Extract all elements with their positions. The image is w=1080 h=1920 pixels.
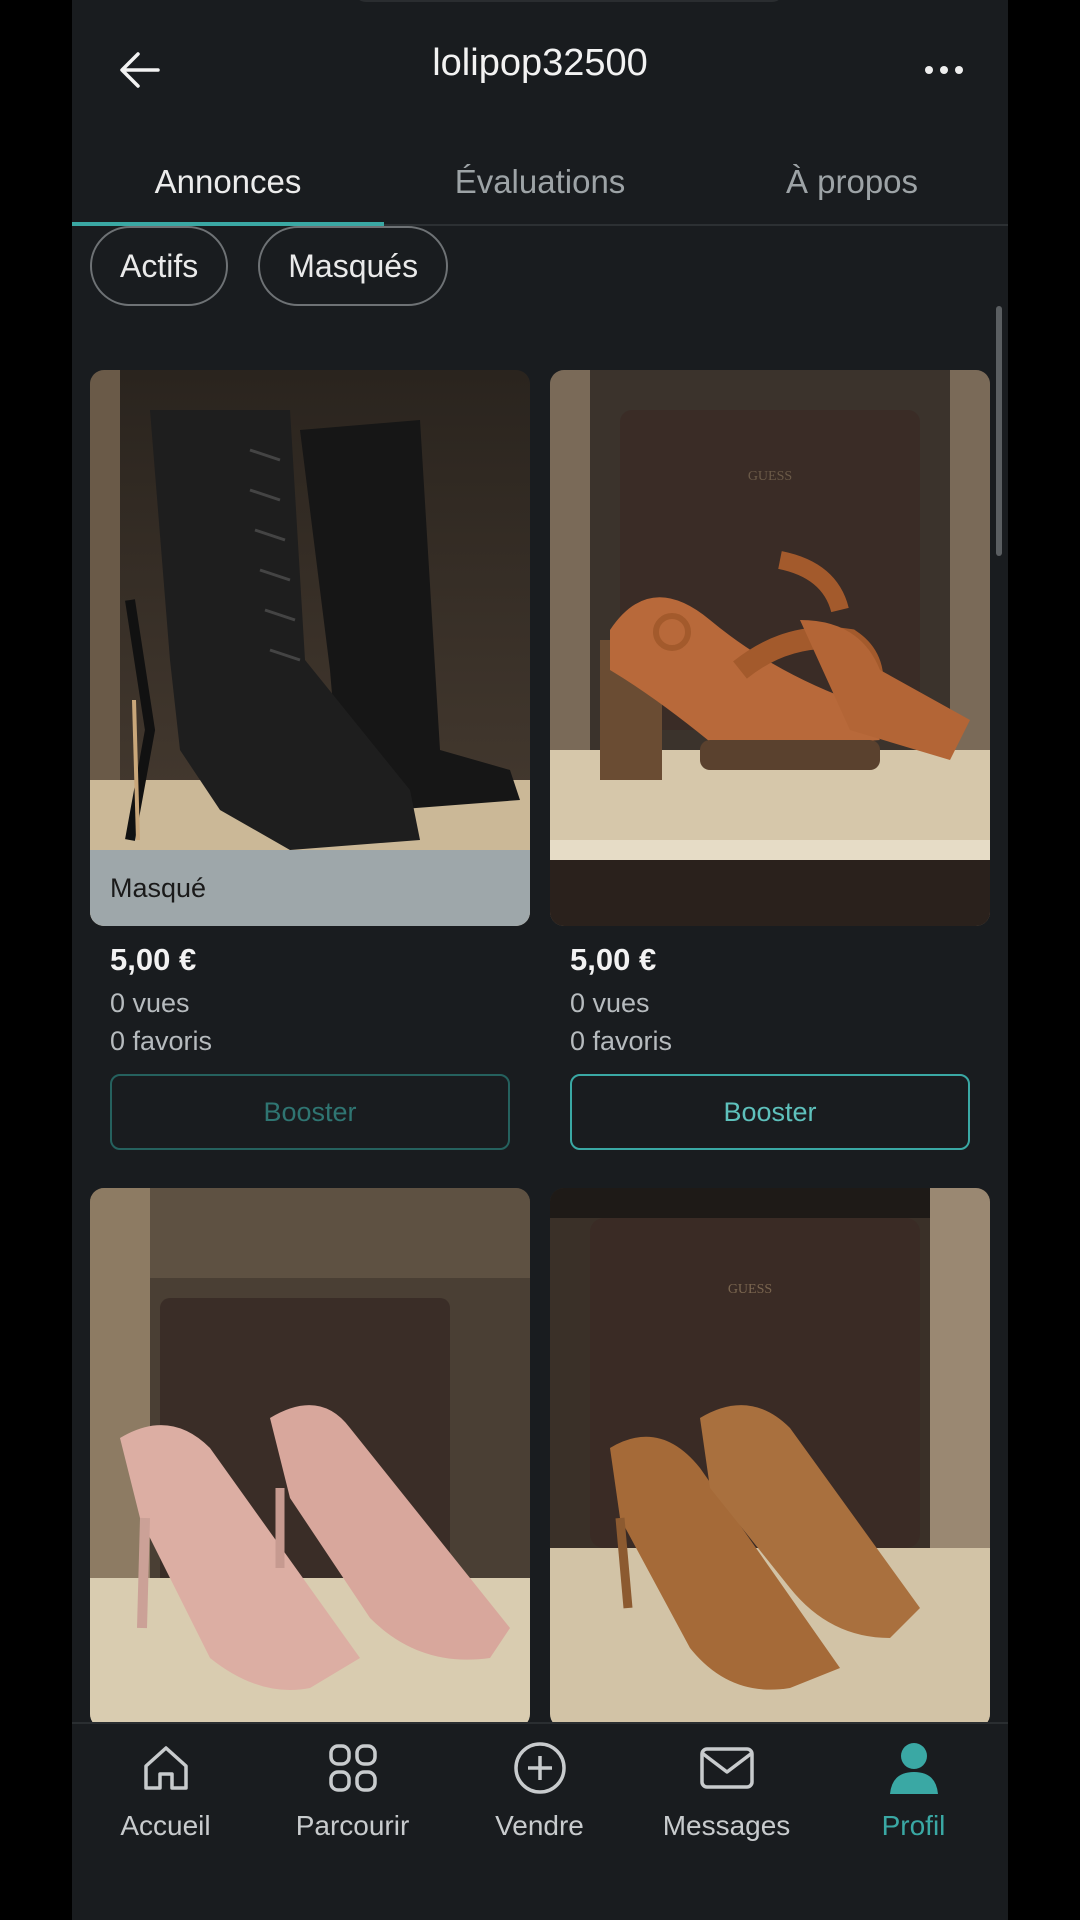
item-views: 0 vues (570, 988, 650, 1018)
item-favorites: 0 favoris (570, 1026, 673, 1056)
chip-masques[interactable]: Masqués (258, 226, 449, 306)
nav-label: Parcourir (295, 1810, 410, 1841)
home-icon (136, 1738, 196, 1798)
nav-label: Profil (881, 1810, 946, 1841)
profile-icon (884, 1738, 944, 1798)
nav-profil[interactable]: Profil (820, 1738, 1007, 1868)
item-price: 5,00 € (110, 942, 197, 977)
listing-photo[interactable]: GUESS (550, 370, 990, 926)
tab-a-propos[interactable]: À propos (696, 140, 1008, 224)
page-title: lolipop32500 (432, 42, 648, 84)
more-options-button[interactable] (912, 42, 976, 98)
item-price: 5,00 € (570, 942, 657, 977)
mail-icon (697, 1738, 757, 1798)
nav-messages[interactable]: Messages (633, 1738, 820, 1868)
grid-icon (323, 1738, 383, 1798)
plus-circle-icon (510, 1738, 570, 1798)
listing-photo[interactable] (90, 1188, 530, 1728)
listing-photo[interactable]: Masqué (90, 370, 530, 926)
nav-parcourir[interactable]: Parcourir (259, 1738, 446, 1868)
nav-accueil[interactable]: Accueil (72, 1738, 259, 1868)
listing-photo[interactable]: GUESS (550, 1188, 990, 1728)
top-bar: lolipop32500 (72, 0, 1008, 130)
svg-text:GUESS: GUESS (728, 1282, 772, 1297)
more-dots-icon (955, 66, 963, 74)
tab-evaluations[interactable]: Évaluations (384, 140, 696, 224)
arrow-left-icon (120, 52, 160, 88)
pink-pumps-image (90, 1188, 530, 1728)
booster-button[interactable]: Booster (570, 1074, 970, 1150)
brown-pumps-image: GUESS (550, 1188, 990, 1728)
item-favorites: 0 favoris (110, 1026, 213, 1056)
filter-chips: Actifs Masqués (90, 226, 449, 312)
listing-card[interactable]: GUESS 5,00 € 0 vues 0 favoris Booster (550, 370, 990, 1150)
svg-text:GUESS: GUESS (748, 469, 792, 484)
nav-vendre[interactable]: Vendre (446, 1738, 633, 1868)
listing-card[interactable]: Masqué 5,00 € 0 vues 0 favoris Booster (90, 370, 530, 1150)
more-dots-icon (940, 66, 948, 74)
masked-badge: Masqué (90, 850, 530, 926)
listing-card[interactable]: GUESS (550, 1188, 990, 1728)
profile-tabs: Annonces Évaluations À propos (72, 140, 1008, 226)
more-dots-icon (925, 66, 933, 74)
scrollbar[interactable] (996, 306, 1002, 556)
booster-button[interactable]: Booster (110, 1074, 510, 1150)
listing-card[interactable] (90, 1188, 530, 1728)
tan-sandals-image: GUESS (550, 370, 990, 926)
bottom-navigation: Accueil Parcourir Vendre Messages Profil (72, 1722, 1008, 1920)
app-screen: lolipop32500 Annonces Évaluations À prop… (72, 0, 1008, 1920)
black-boots-image (90, 370, 530, 926)
nav-label: Accueil (120, 1810, 211, 1841)
tab-annonces[interactable]: Annonces (72, 140, 384, 224)
nav-label: Vendre (495, 1810, 584, 1841)
nav-label: Messages (662, 1810, 791, 1841)
chip-actifs[interactable]: Actifs (90, 226, 229, 306)
item-views: 0 vues (110, 988, 190, 1018)
back-button[interactable] (112, 42, 168, 98)
